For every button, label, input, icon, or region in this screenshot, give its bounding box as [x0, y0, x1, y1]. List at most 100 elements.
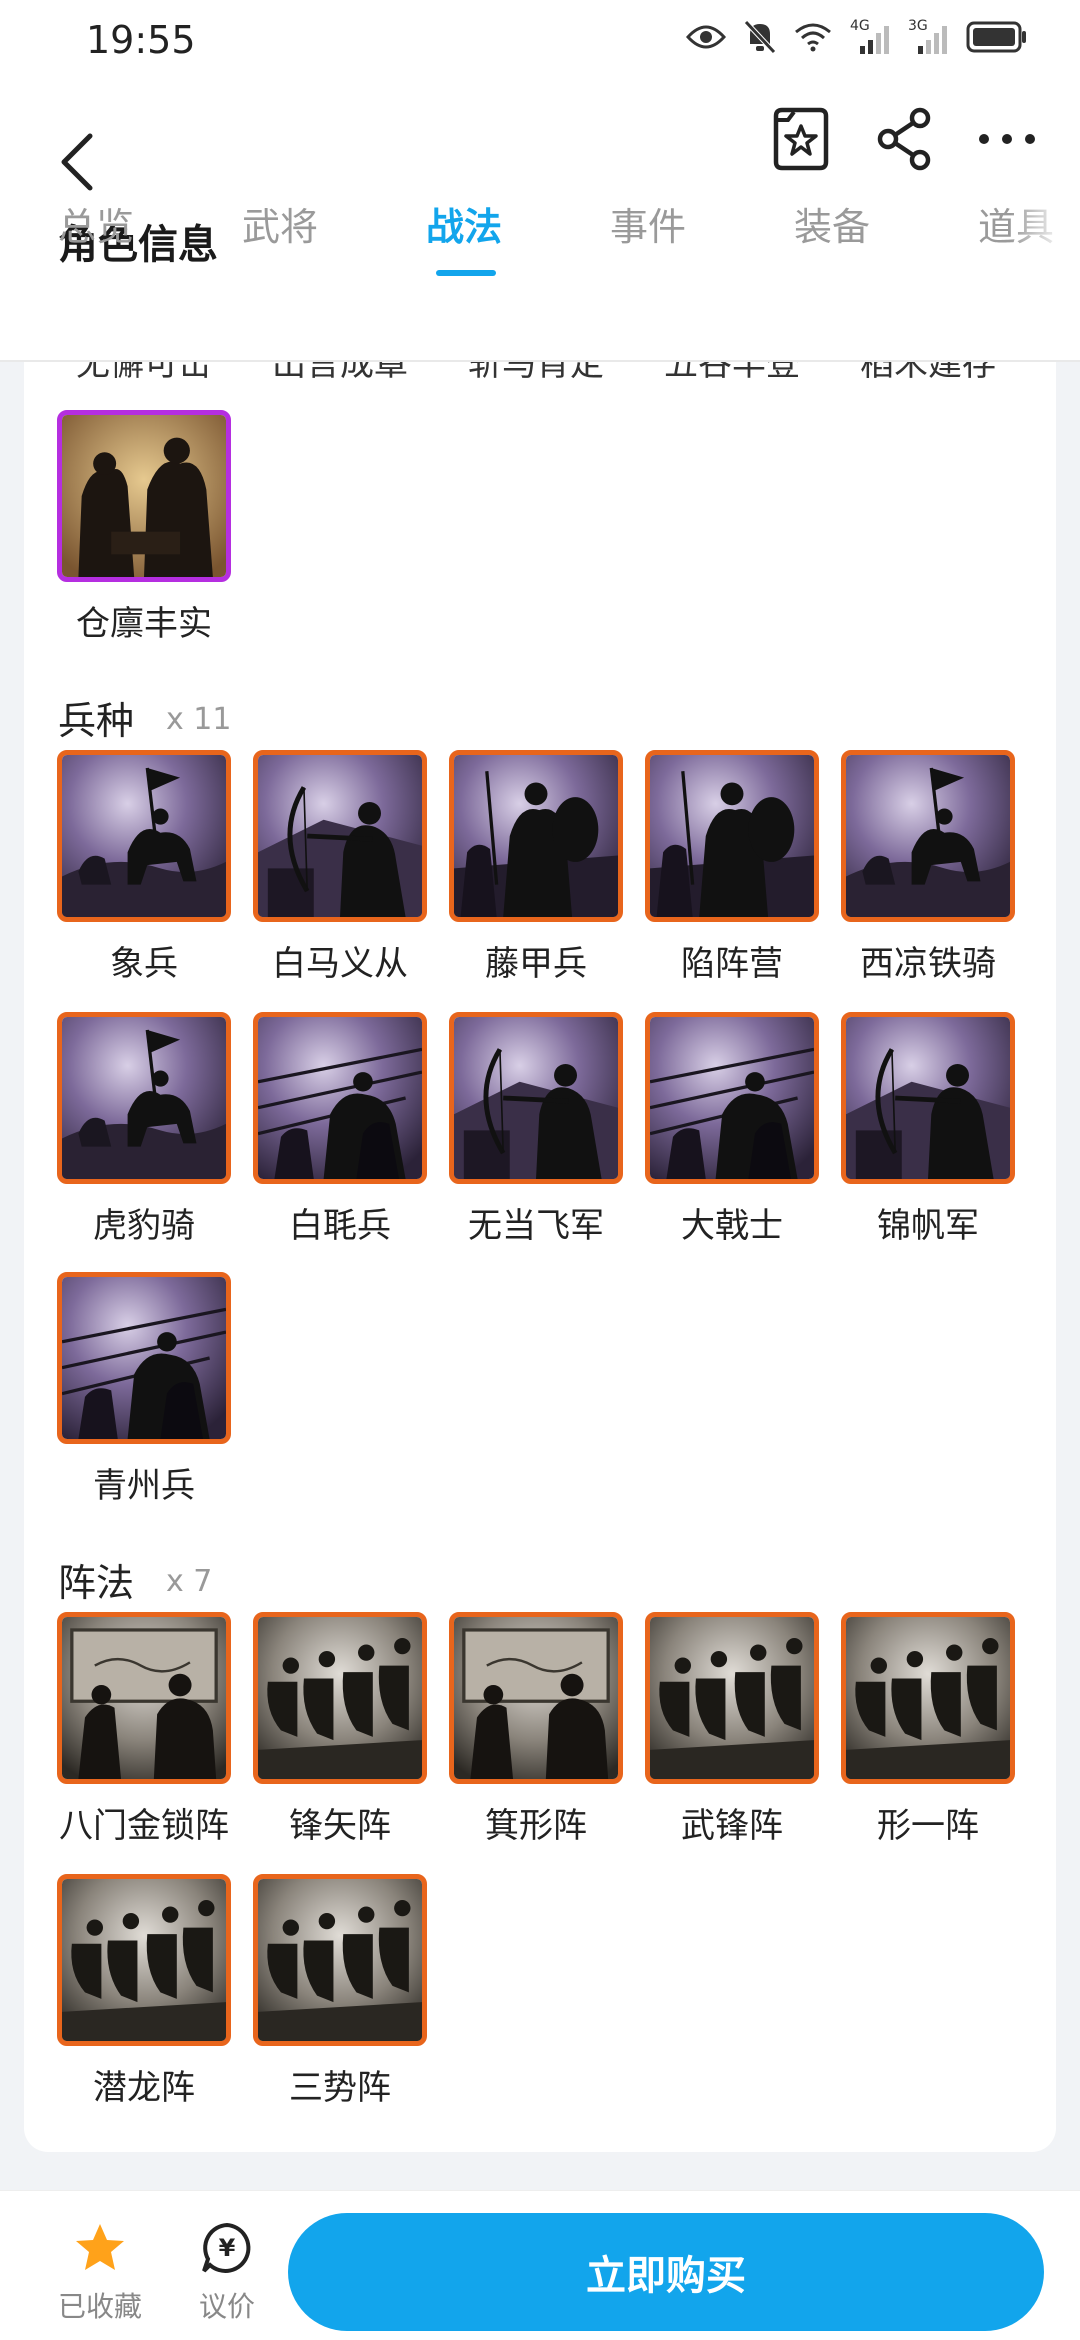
- cavalry-art-icon: [62, 755, 226, 917]
- status-bar: 19:55 4G 3G: [0, 0, 1080, 84]
- troop-item[interactable]: 大戟士: [644, 1012, 820, 1247]
- buy-now-button[interactable]: 立即购买: [288, 2213, 1044, 2331]
- troop-thumbnail: [57, 750, 231, 922]
- section-count-bingzhong: x 11: [166, 702, 232, 737]
- skill-item[interactable]: 仓廪丰实: [56, 410, 232, 645]
- svg-text:¥: ¥: [219, 2234, 236, 2262]
- section-title-zhenfa: 阵法: [58, 1561, 135, 1605]
- more-button[interactable]: [974, 106, 1040, 172]
- formation-item[interactable]: 箕形阵: [448, 1612, 624, 1847]
- network-type-label: 3G: [908, 18, 928, 34]
- troop-thumbnail: [253, 750, 427, 922]
- section-count-zhenfa: x 7: [166, 1564, 213, 1599]
- archer-art-icon: [454, 1017, 618, 1179]
- troop-item[interactable]: 藤甲兵: [448, 750, 624, 985]
- formation-thumbnail: [253, 1612, 427, 1784]
- favorited-label: 已收藏: [57, 2290, 142, 2323]
- signal-3g-icon: 3G: [908, 18, 948, 56]
- troop-label: 青州兵: [93, 1466, 195, 1506]
- tab-tactics[interactable]: 战法: [426, 196, 502, 251]
- troop-item[interactable]: 象兵: [56, 750, 232, 985]
- formation-item[interactable]: 锋矢阵: [252, 1612, 428, 1847]
- tab-events[interactable]: 事件: [610, 196, 686, 251]
- troop-item[interactable]: 白毦兵: [252, 1012, 428, 1247]
- section-title-bingzhong: 兵种: [58, 699, 135, 743]
- troop-thumbnail: [57, 1272, 231, 1444]
- tabs-fade: [1010, 196, 1080, 266]
- shield-wall-art-icon: [62, 1879, 226, 2041]
- share-icon: [877, 107, 931, 171]
- shield-wall-art-icon: [258, 1617, 422, 1779]
- granary-art-icon: [62, 415, 226, 577]
- troop-item[interactable]: 虎豹骑: [56, 1012, 232, 1247]
- troop-thumbnail: [449, 750, 623, 922]
- formation-thumbnail: [57, 1874, 231, 2046]
- more-icon: [979, 134, 1035, 144]
- tab-bar: 总览 武将 战法 事件 装备 道具: [0, 196, 1080, 278]
- formation-thumbnail: [57, 1612, 231, 1784]
- status-time: 19:55: [86, 18, 196, 62]
- troop-item[interactable]: 白马义从: [252, 750, 428, 985]
- favorite-button[interactable]: [768, 106, 834, 172]
- troop-label: 虎豹骑: [93, 1206, 195, 1246]
- bargain-button[interactable]: ¥ 议价: [182, 2221, 272, 2325]
- back-icon: [61, 133, 93, 191]
- troop-item[interactable]: 锦帆军: [840, 1012, 1016, 1247]
- troop-item[interactable]: 无当飞军: [448, 1012, 624, 1247]
- troop-item[interactable]: 青州兵: [56, 1272, 232, 1507]
- shield-wall-art-icon: [258, 1879, 422, 2041]
- bottom-action-bar: 已收藏 ¥ 议价 立即购买: [0, 2190, 1080, 2340]
- troop-thumbnail: [57, 1012, 231, 1184]
- formation-item[interactable]: 三势阵: [252, 1874, 428, 2109]
- formation-label: 八门金锁阵: [59, 1806, 229, 1846]
- formation-thumbnail: [449, 1612, 623, 1784]
- troop-label: 西凉铁骑: [860, 944, 996, 984]
- formation-item[interactable]: 武锋阵: [644, 1612, 820, 1847]
- shield-wall-art-icon: [846, 1617, 1010, 1779]
- mute-bell-icon: [744, 20, 776, 58]
- troop-label: 大戟士: [681, 1206, 783, 1246]
- shield-soldier-art-icon: [650, 755, 814, 917]
- content-card: 无懈可击 出言成章 斩马肯定 五谷丰登 稻禾建存 仓廪丰实 兵种 x 11 象兵: [24, 362, 1056, 2152]
- formation-label: 形一阵: [877, 1806, 979, 1846]
- troop-item[interactable]: 陷阵营: [644, 750, 820, 985]
- battery-icon: [966, 21, 1028, 57]
- spearmen-art-icon: [62, 1277, 226, 1439]
- formation-label: 武锋阵: [681, 1806, 783, 1846]
- troop-thumbnail: [449, 1012, 623, 1184]
- shield-wall-art-icon: [650, 1617, 814, 1779]
- share-button[interactable]: [872, 106, 938, 172]
- tab-overview[interactable]: 总览: [58, 196, 134, 251]
- formation-item[interactable]: 潜龙阵: [56, 1874, 232, 2109]
- tab-equipment[interactable]: 装备: [794, 196, 870, 251]
- cut-off-label: 无懈可击: [76, 362, 212, 384]
- shield-soldier-art-icon: [454, 755, 618, 917]
- cut-off-label: 出言成章: [272, 362, 408, 384]
- archer-art-icon: [258, 755, 422, 917]
- troop-label: 藤甲兵: [485, 944, 587, 984]
- bargain-label: 议价: [198, 2290, 255, 2323]
- archer-art-icon: [846, 1017, 1010, 1179]
- formation-item[interactable]: 形一阵: [840, 1612, 1016, 1847]
- formation-item[interactable]: 八门金锁阵: [56, 1612, 232, 1847]
- star-icon: [76, 2224, 124, 2270]
- back-button[interactable]: [50, 124, 110, 194]
- troop-thumbnail: [645, 1012, 819, 1184]
- troop-label: 陷阵营: [681, 944, 783, 984]
- favorited-button[interactable]: 已收藏: [50, 2221, 150, 2325]
- troop-label: 无当飞军: [468, 1206, 604, 1246]
- cavalry-art-icon: [846, 755, 1010, 917]
- formation-label: 三势阵: [289, 2068, 391, 2108]
- troop-label: 象兵: [110, 944, 178, 984]
- cut-off-label: 稻禾建存: [860, 362, 996, 384]
- formation-label: 潜龙阵: [93, 2068, 195, 2108]
- troop-thumbnail: [841, 750, 1015, 922]
- troop-item[interactable]: 西凉铁骑: [840, 750, 1016, 985]
- eye-icon: [685, 23, 727, 55]
- spearmen-art-icon: [650, 1017, 814, 1179]
- troop-thumbnail: [253, 1012, 427, 1184]
- troop-label: 锦帆军: [877, 1206, 979, 1246]
- formation-label: 箕形阵: [485, 1806, 587, 1846]
- cavalry-art-icon: [62, 1017, 226, 1179]
- tab-generals[interactable]: 武将: [242, 196, 318, 251]
